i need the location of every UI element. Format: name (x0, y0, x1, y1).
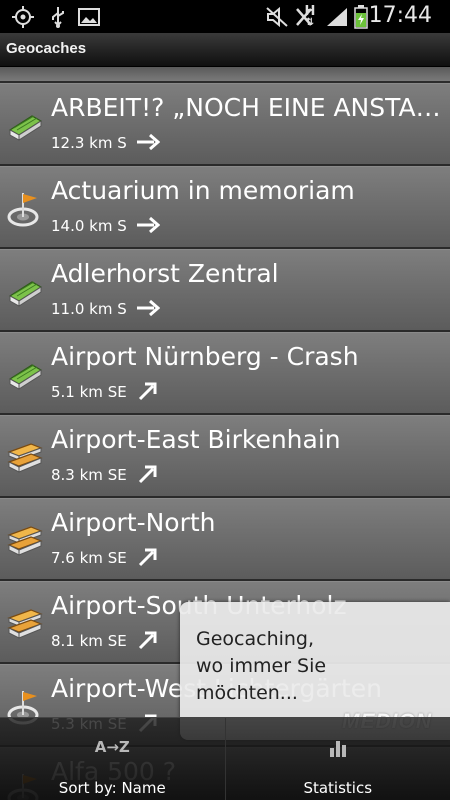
direction-value: S (117, 217, 127, 235)
distance-value: 12.3 km (51, 134, 113, 152)
direction-value: S (117, 134, 127, 152)
cache-list-item[interactable]: ARBEIT!? „NOCH EINE ANSTALT" 12.3 km S (0, 83, 450, 166)
northeast-arrow-icon (136, 546, 160, 568)
distance-value: 5.1 km (51, 383, 103, 401)
sort-label: Sort by: Name (58, 779, 166, 797)
east-arrow-icon (136, 214, 161, 236)
cache-name: Airport-East Birkenhain (51, 425, 341, 454)
cache-list-item[interactable]: Actuarium in memoriam 14.0 km S (0, 166, 450, 249)
cache-distance: 7.6 km SE (51, 549, 127, 567)
clock: 17:44 (368, 3, 432, 28)
direction-value: SE (107, 549, 127, 567)
cache-distance: 8.3 km SE (51, 466, 127, 484)
cache-distance: 8.1 km SE (51, 632, 127, 650)
sort-az-icon: A→Z (94, 738, 130, 756)
gps-icon (10, 4, 36, 29)
signal-icon (325, 4, 349, 29)
distance-value: 8.1 km (51, 632, 103, 650)
northeast-arrow-icon (136, 629, 160, 651)
cache-distance: 14.0 km S (51, 217, 127, 235)
cache-list-item[interactable]: Airport-East Birkenhain 8.3 km SE (0, 415, 450, 498)
list-top-spacer (0, 67, 450, 83)
multi-cache-icon (6, 438, 44, 476)
cache-list-item[interactable]: Adlerhorst Zentral 11.0 km S (0, 249, 450, 332)
distance-value: 7.6 km (51, 549, 103, 567)
multi-cache-icon (6, 521, 44, 559)
cache-distance: 11.0 km S (51, 300, 127, 318)
east-arrow-icon (136, 131, 161, 153)
distance-value: 11.0 km (51, 300, 113, 318)
traditional-cache-icon (6, 355, 44, 393)
cache-name: Actuarium in memoriam (51, 176, 355, 205)
cache-name: ARBEIT!? „NOCH EINE ANSTALT" (51, 93, 443, 122)
gallery-icon (77, 4, 101, 29)
cache-name: Airport-North (51, 508, 216, 537)
northeast-arrow-icon (136, 463, 160, 485)
hspa-icon: H ⇅ (304, 3, 316, 28)
battery-icon (353, 4, 369, 29)
direction-value: SE (107, 383, 127, 401)
cache-list-item[interactable]: Airport-North 7.6 km SE (0, 498, 450, 581)
mute-icon (265, 4, 291, 29)
traditional-cache-icon (6, 106, 44, 144)
bottom-toolbar: A→Z Sort by: Name Statistics (0, 717, 450, 800)
bar-chart-icon (226, 738, 450, 762)
northeast-arrow-icon (136, 380, 160, 402)
east-arrow-icon (136, 297, 161, 319)
toast-text: Geocaching, wo immer Sie möchten... (196, 628, 327, 704)
sort-button[interactable]: A→Z Sort by: Name (0, 718, 225, 800)
cache-name: Adlerhorst Zentral (51, 259, 279, 288)
statistics-label: Statistics (303, 779, 373, 797)
statistics-button[interactable]: Statistics (224, 718, 450, 800)
direction-value: S (117, 300, 127, 318)
title-bar: Geocaches (0, 33, 450, 67)
event-flag-cache-icon (6, 189, 44, 227)
usb-icon (48, 4, 68, 29)
cache-distance: 5.1 km SE (51, 383, 127, 401)
cache-name: Airport Nürnberg - Crash (51, 342, 359, 371)
multi-cache-icon (6, 604, 44, 642)
direction-value: SE (107, 466, 127, 484)
distance-value: 14.0 km (51, 217, 113, 235)
cache-list-item[interactable]: Airport Nürnberg - Crash 5.1 km SE (0, 332, 450, 415)
distance-value: 8.3 km (51, 466, 103, 484)
traditional-cache-icon (6, 272, 44, 310)
direction-value: SE (107, 632, 127, 650)
cache-distance: 12.3 km S (51, 134, 127, 152)
page-title: Geocaches (6, 40, 87, 57)
status-bar: H ⇅ 17:44 (0, 0, 450, 33)
